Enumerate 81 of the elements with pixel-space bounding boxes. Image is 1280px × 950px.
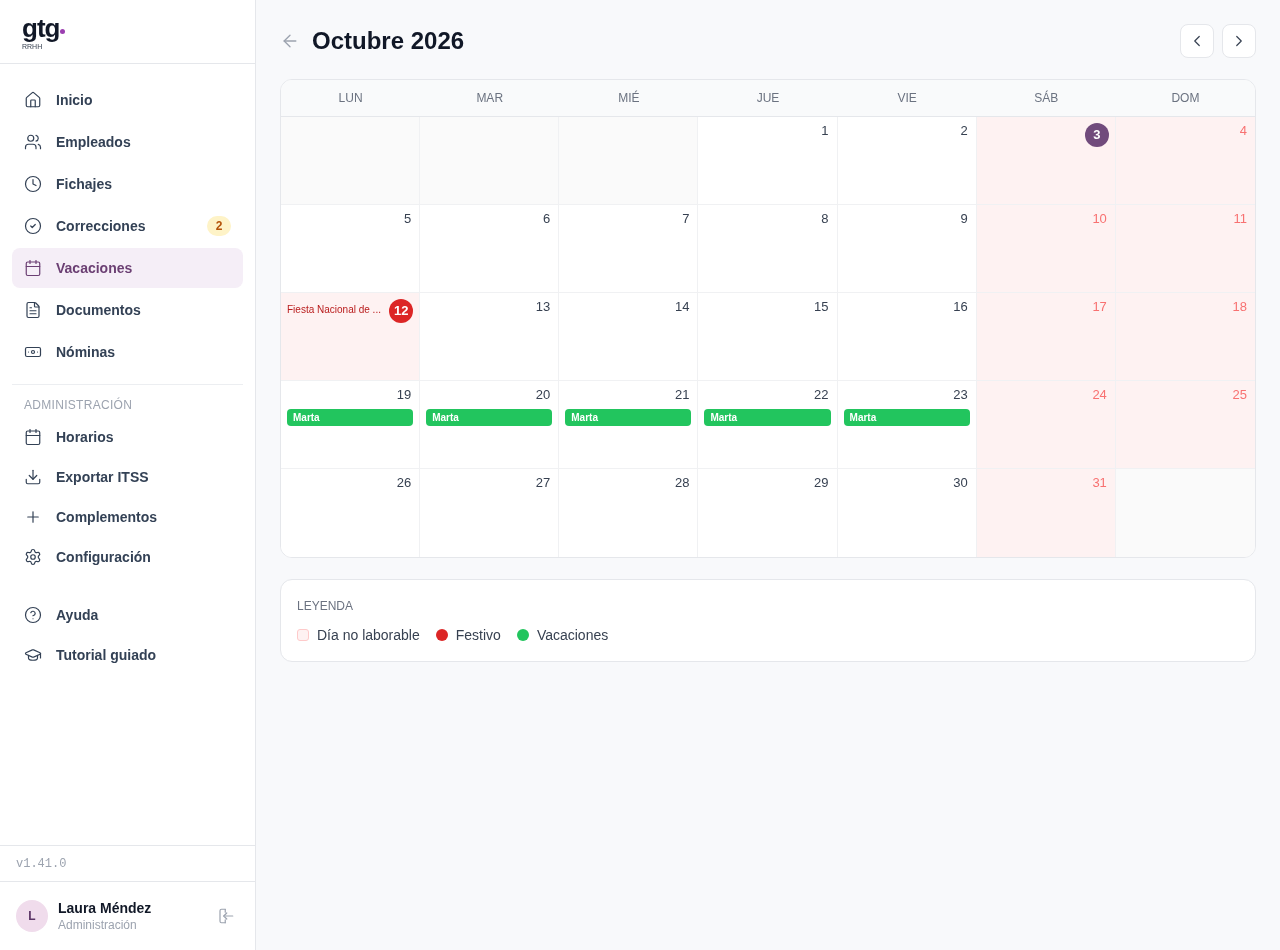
- logout-button[interactable]: [217, 907, 235, 925]
- version-label: v1.41.0: [16, 855, 67, 873]
- calendar-icon: [24, 259, 42, 277]
- next-month-button[interactable]: [1222, 24, 1256, 58]
- weekday-header: JUE: [756, 90, 780, 107]
- day-number: 2: [960, 123, 969, 139]
- day-number: 25: [1232, 387, 1248, 403]
- sidebar-item[interactable]: Inicio: [12, 80, 243, 120]
- home-icon: [24, 91, 42, 109]
- clock-icon: [24, 175, 42, 193]
- settings-icon: [24, 548, 42, 566]
- day-number: 12: [389, 299, 414, 323]
- day-number: 29: [814, 475, 830, 491]
- sidebar-item[interactable]: Nóminas: [12, 332, 243, 372]
- weekday-header: MIÉ: [618, 89, 640, 107]
- weekday-header: DOM: [1171, 90, 1200, 107]
- day-number: 1: [821, 123, 830, 139]
- day-number: 10: [1092, 211, 1108, 227]
- weekday-header: SÁB: [1034, 89, 1059, 107]
- page-title: Octubre 2026: [312, 26, 465, 56]
- day-number: 4: [1239, 123, 1248, 139]
- day-number: 16: [953, 299, 969, 315]
- sidebar-item[interactable]: Horarios: [12, 417, 243, 457]
- weekday-header: MAR: [476, 90, 504, 107]
- legend-label: Vacaciones: [536, 625, 609, 645]
- sidebar-item[interactable]: Exportar ITSS: [12, 457, 243, 497]
- sidebar-item[interactable]: Vacaciones: [12, 248, 243, 288]
- day-number: 21: [674, 387, 691, 403]
- calendar-icon: [24, 428, 42, 446]
- day-number: 27: [535, 475, 552, 491]
- day-number: 19: [396, 387, 413, 403]
- day-number: 3: [1084, 123, 1109, 147]
- weekday-header: VIE: [897, 90, 917, 107]
- day-number: 14: [674, 299, 691, 315]
- legend-label: Día no laborable: [317, 625, 420, 645]
- download-icon: [24, 468, 42, 486]
- day-number: 9: [960, 211, 969, 227]
- graduation-cap-icon: [24, 646, 42, 664]
- day-number: 20: [535, 387, 552, 403]
- day-number: 8: [821, 211, 830, 227]
- day-number: 5: [403, 211, 413, 227]
- day-number: 26: [396, 475, 413, 491]
- holiday-name: Fiesta Nacional de ...: [287, 304, 381, 316]
- sidebar-item[interactable]: Documentos: [12, 290, 243, 330]
- day-number: 15: [814, 299, 830, 315]
- day-number: 22: [814, 387, 830, 403]
- legend-title: LEYENDA: [297, 598, 355, 614]
- help-icon: [24, 606, 42, 624]
- day-number: 23: [953, 387, 969, 403]
- user-avatar: L: [16, 900, 48, 932]
- document-icon: [24, 301, 42, 319]
- user-role: Administración: [58, 917, 138, 933]
- section-title: ADMINISTRACIÓN: [23, 397, 134, 413]
- logo-dot-icon: [60, 28, 66, 34]
- day-number: 30: [953, 475, 969, 491]
- weekday-header: LUN: [338, 90, 363, 107]
- plus-icon: [24, 508, 42, 526]
- count-badge: 2: [207, 216, 231, 236]
- users-icon: [24, 133, 42, 151]
- day-number: 18: [1232, 299, 1248, 315]
- logout-icon: [217, 907, 235, 925]
- sidebar-item[interactable]: Empleados: [12, 122, 243, 162]
- check-circle-icon: [24, 217, 42, 235]
- day-number: 13: [535, 299, 552, 315]
- user-name: Laura Méndez: [58, 899, 153, 917]
- sidebar-item[interactable]: Ayuda: [12, 595, 243, 635]
- previous-month-button[interactable]: [1180, 24, 1214, 58]
- sidebar-item[interactable]: Configuración: [12, 537, 243, 577]
- day-number: 11: [1233, 211, 1248, 227]
- day-number: 28: [674, 475, 691, 491]
- sidebar-item[interactable]: Correcciones 2: [12, 206, 243, 246]
- sidebar-item[interactable]: Complementos: [12, 497, 243, 537]
- logo-wordmark: gtg: [22, 12, 60, 43]
- sidebar-item[interactable]: Fichajes: [12, 164, 243, 204]
- day-number: 7: [682, 211, 691, 227]
- legend-label: Festivo: [455, 625, 501, 645]
- day-number: 17: [1092, 299, 1108, 315]
- day-number: 31: [1092, 475, 1108, 491]
- sidebar-item[interactable]: Tutorial guiado: [12, 635, 243, 675]
- day-number: 6: [543, 211, 552, 227]
- day-number: 24: [1092, 387, 1108, 403]
